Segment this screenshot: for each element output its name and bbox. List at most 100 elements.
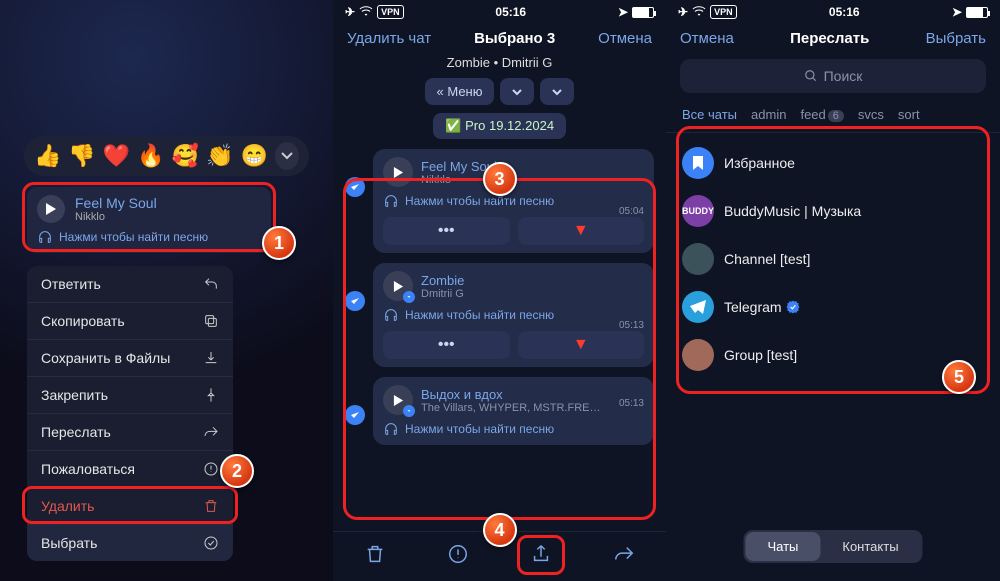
menu-reply[interactable]: Ответить (27, 266, 233, 303)
trash-icon (203, 498, 219, 514)
toolbar-forward[interactable] (613, 543, 635, 570)
chat-row-telegram[interactable]: Telegram (676, 283, 990, 331)
location-icon: ➤ (952, 5, 962, 19)
reaction-clap[interactable]: 👏 (206, 143, 233, 169)
play-icon[interactable] (37, 195, 65, 223)
download-badge-icon (403, 291, 415, 303)
msg-time: 05:13 (619, 320, 644, 331)
play-icon[interactable] (383, 385, 413, 415)
folder-tabs: Все чаты admin feed6 svcs sort (666, 99, 1000, 133)
bottom-segment[interactable]: Чаты Контакты (743, 530, 922, 563)
selection-check-icon[interactable] (345, 177, 365, 197)
msg-title: Выдох и вдох (421, 387, 601, 402)
selected-message[interactable]: Выдох и вдох The Villars, WHYPER, MSTR.F… (345, 377, 654, 445)
tab-sort[interactable]: sort (898, 107, 920, 122)
song-hint[interactable]: Нажми чтобы найти песню (59, 230, 208, 244)
step-badge-3: 3 (483, 162, 517, 196)
battery-icon (966, 7, 988, 18)
search-input[interactable]: Поиск (680, 59, 986, 93)
menu-forward-label: Переслать (41, 424, 111, 440)
menu-copy[interactable]: Скопировать (27, 303, 233, 340)
chat-row[interactable]: Channel [test] (676, 235, 990, 283)
reaction-bar[interactable]: 👍 👎 ❤️ 🔥 🥰 👏 😁 (24, 136, 309, 176)
msg-title: Zombie (421, 273, 464, 288)
chip-down1[interactable] (500, 78, 534, 105)
selection-title: Выбрано 3 (474, 30, 555, 47)
tab-svcs[interactable]: svcs (858, 107, 884, 122)
panel-forward: ✈︎ VPN 05:16 ➤ Отмена Переслать Выбрать … (666, 0, 1000, 581)
segment-contacts[interactable]: Контакты (820, 532, 920, 561)
reaction-thumbs-down[interactable]: 👎 (68, 143, 95, 169)
cancel-button[interactable]: Отмена (598, 30, 652, 47)
msg-hint[interactable]: Нажми чтобы найти песню (405, 422, 554, 436)
reply-icon (203, 276, 219, 292)
delete-chat-button[interactable]: Удалить чат (347, 30, 431, 47)
headphones-icon (37, 229, 53, 245)
toolbar-report[interactable] (447, 543, 469, 570)
menu-delete-label: Удалить (41, 498, 94, 514)
reaction-heart[interactable]: ❤️ (103, 143, 130, 169)
status-time: 05:16 (829, 5, 860, 19)
step-badge-5: 5 (942, 360, 976, 394)
reaction-fire[interactable]: 🔥 (137, 143, 164, 169)
play-icon[interactable] (383, 157, 413, 187)
msg-time: 05:13 (619, 398, 644, 409)
menu-chip[interactable]: « Меню (425, 78, 495, 105)
pro-badge[interactable]: ✅Pro 19.12.2024 (433, 113, 566, 139)
menu-delete[interactable]: Удалить (27, 488, 233, 525)
pin-icon (203, 387, 219, 403)
tab-feed[interactable]: feed6 (800, 107, 843, 122)
msg-hint[interactable]: Нажми чтобы найти песню (405, 194, 554, 208)
vpn-badge: VPN (710, 5, 737, 19)
tab-admin[interactable]: admin (751, 107, 786, 122)
avatar (682, 243, 714, 275)
menu-save-files[interactable]: Сохранить в Файлы (27, 340, 233, 377)
step-badge-1: 1 (262, 226, 296, 260)
menu-pin[interactable]: Закрепить (27, 377, 233, 414)
msg-artist: Dmitrii G (421, 288, 464, 300)
telegram-icon (682, 291, 714, 323)
reaction-thumbs-up[interactable]: 👍 (34, 143, 61, 169)
selection-check-icon[interactable] (345, 405, 365, 425)
cancel-button[interactable]: Отмена (680, 30, 734, 47)
toolbar-delete[interactable] (364, 543, 386, 570)
headphones-icon (383, 193, 399, 209)
toolbar-share[interactable] (530, 543, 552, 570)
panel-context-menu: 👍 👎 ❤️ 🔥 🥰 👏 😁 Feel My Soul Nikklo Нажми… (0, 0, 333, 581)
chip-down2[interactable] (540, 78, 574, 105)
location-icon: ➤ (618, 5, 628, 19)
msg-action-button[interactable]: ▼ (518, 217, 645, 245)
msg-more-button[interactable]: ••• (383, 217, 510, 245)
msg-action-button[interactable]: ▼ (518, 331, 645, 359)
forward-title: Переслать (790, 30, 869, 47)
selection-check-icon[interactable] (345, 291, 365, 311)
airplane-icon: ✈︎ (345, 5, 355, 19)
msg-hint[interactable]: Нажми чтобы найти песню (405, 308, 554, 322)
vpn-badge: VPN (377, 5, 404, 19)
wifi-icon (359, 5, 373, 19)
context-menu: Ответить Скопировать Сохранить в Файлы З… (27, 266, 233, 561)
segment-chats[interactable]: Чаты (745, 532, 820, 561)
step-badge-4: 4 (483, 513, 517, 547)
tab-feed-count: 6 (828, 110, 844, 122)
search-placeholder: Поиск (824, 68, 863, 84)
reaction-love[interactable]: 🥰 (172, 143, 199, 169)
status-bar: ✈︎ VPN 05:16 ➤ (666, 0, 1000, 24)
menu-report[interactable]: Пожаловаться (27, 451, 233, 488)
selected-message[interactable]: Zombie Dmitrii G Нажми чтобы найти песню… (345, 263, 654, 367)
tab-all-chats[interactable]: Все чаты (682, 107, 737, 122)
select-button[interactable]: Выбрать (926, 30, 986, 47)
menu-select-label: Выбрать (41, 535, 97, 551)
menu-select[interactable]: Выбрать (27, 525, 233, 561)
menu-forward[interactable]: Переслать (27, 414, 233, 451)
message-song-card[interactable]: Feel My Soul Nikklo Нажми чтобы найти пе… (27, 187, 271, 253)
chip-row: « Меню (333, 78, 666, 111)
chat-row[interactable]: BUDDY BuddyMusic | Музыка (676, 187, 990, 235)
msg-more-button[interactable]: ••• (383, 331, 510, 359)
reaction-grin[interactable]: 😁 (240, 143, 267, 169)
chat-row-saved[interactable]: Избранное (676, 139, 990, 187)
download-icon (203, 350, 219, 366)
play-icon[interactable] (383, 271, 413, 301)
reaction-more-icon[interactable] (275, 142, 299, 170)
chat-name: Telegram (724, 299, 782, 315)
